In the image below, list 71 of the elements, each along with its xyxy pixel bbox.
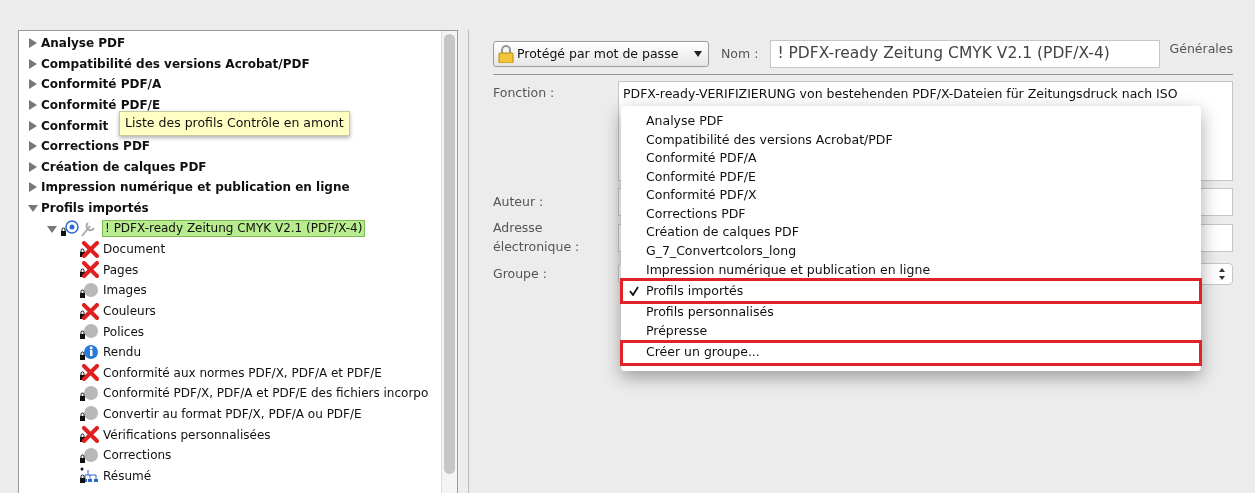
collapsed-arrow-icon[interactable] <box>28 161 38 172</box>
check-item[interactable]: Rendu <box>103 343 141 362</box>
group-item[interactable]: Corrections PDF <box>41 137 151 156</box>
tooltip: Liste des profils Contrôle en amont <box>119 111 350 136</box>
menu-item[interactable]: Profils personnalisés <box>621 303 1201 322</box>
group-item[interactable]: Création de calques PDF <box>41 157 207 176</box>
name-label: Nom : <box>721 44 759 63</box>
dropdown-arrow-icon <box>694 51 702 57</box>
inactive-check-icon <box>79 405 99 423</box>
profile-item[interactable]: ! PDFX-ready Zeitung CMYK V2.1 (PDF/X-4) <box>102 220 366 238</box>
group-item[interactable]: Analyse PDF <box>41 34 126 53</box>
menu-item[interactable]: Conformité PDF/E <box>621 167 1201 187</box>
stepper-arrows-icon <box>1218 267 1226 281</box>
group-item[interactable]: Conformité PDF/A <box>41 75 162 94</box>
collapsed-arrow-icon[interactable] <box>28 141 38 152</box>
email-label: Adresse électronique : <box>493 219 581 256</box>
function-label: Fonction : <box>493 84 556 102</box>
inactive-check-icon <box>79 384 99 402</box>
menu-item[interactable]: Conformité PDF/X <box>621 186 1201 205</box>
group-label: Groupe : <box>493 264 548 283</box>
menu-item[interactable]: Compatibilité des versions Acrobat/PDF <box>621 130 1201 150</box>
menu-item[interactable]: Prépresse <box>621 321 1201 341</box>
collapsed-arrow-icon[interactable] <box>28 100 38 111</box>
section-title: Générales <box>1169 40 1233 58</box>
error-cross-icon <box>79 240 99 258</box>
menu-item[interactable]: Conformité PDF/A <box>621 149 1201 168</box>
inactive-check-icon <box>79 281 99 299</box>
inactive-check-icon <box>79 323 99 341</box>
check-item[interactable]: Images <box>103 281 147 300</box>
check-item[interactable]: Couleurs <box>103 302 156 320</box>
menu-item[interactable]: Profils importés <box>621 279 1201 304</box>
menu-item[interactable]: G_7_Convertcolors_long <box>621 242 1201 261</box>
group-item[interactable]: Impression numérique et publication en ligne <box>41 178 350 197</box>
check-item[interactable]: Corrections <box>103 446 172 465</box>
expanded-arrow-icon[interactable] <box>28 203 38 214</box>
menu-item[interactable]: Analyse PDF <box>621 112 1201 131</box>
info-icon <box>79 343 99 361</box>
check-item[interactable]: Conformité PDF/X, PDF/A et PDF/E des fichiers incorpo <box>103 384 429 403</box>
collapsed-arrow-icon[interactable] <box>28 79 38 90</box>
menu-item[interactable]: Corrections PDF <box>621 204 1201 224</box>
menu-item[interactable]: Création de calques PDF <box>621 223 1201 243</box>
expanded-arrow-icon[interactable] <box>47 223 57 234</box>
check-item[interactable]: Conformité aux normes PDF/X, PDF/A et PDF/E <box>103 363 382 382</box>
menu-item[interactable]: Créer un groupe... <box>621 340 1201 365</box>
error-cross-icon <box>79 261 99 279</box>
protection-dropdown[interactable]: Protégé par mot de passe <box>493 41 709 67</box>
profile-icon <box>60 219 98 238</box>
error-cross-icon <box>79 426 99 444</box>
check-item[interactable]: Vérifications personnalisées <box>103 425 271 444</box>
error-cross-icon <box>79 364 99 382</box>
function-text: PDFX-ready-VERIFIZIERUNG von bestehenden PDF/X-Dateien für Zeitungsdruck nach ISO <box>623 86 1178 101</box>
check-item[interactable]: Pages <box>103 260 139 279</box>
check-item[interactable]: Résumé <box>103 466 152 485</box>
check-item[interactable]: Polices <box>103 322 145 341</box>
author-label: Auteur : <box>493 192 545 211</box>
hierarchy-icon <box>79 467 99 485</box>
check-item[interactable]: Convertir au format PDF/X, PDF/A ou PDF/E <box>103 405 362 423</box>
collapsed-arrow-icon[interactable] <box>28 58 38 69</box>
check-item[interactable]: Document <box>103 240 166 259</box>
error-cross-icon <box>79 302 99 320</box>
padlock-icon <box>498 45 514 63</box>
group-item[interactable]: Conformit <box>41 116 109 135</box>
collapsed-arrow-icon[interactable] <box>28 182 38 193</box>
menu-item[interactable]: Impression numérique et publication en ligne <box>621 260 1201 280</box>
inactive-check-icon <box>79 446 99 464</box>
collapsed-arrow-icon[interactable] <box>28 38 38 49</box>
collapsed-arrow-icon[interactable] <box>28 120 38 131</box>
scrollbar-thumb[interactable] <box>444 34 455 474</box>
name-field[interactable]: ! PDFX-ready Zeitung CMYK V2.1 (PDF/X-4) <box>770 40 1161 68</box>
group-item[interactable]: Compatibilité des versions Acrobat/PDF <box>41 54 310 73</box>
group-item[interactable]: Profils importés <box>41 199 149 218</box>
